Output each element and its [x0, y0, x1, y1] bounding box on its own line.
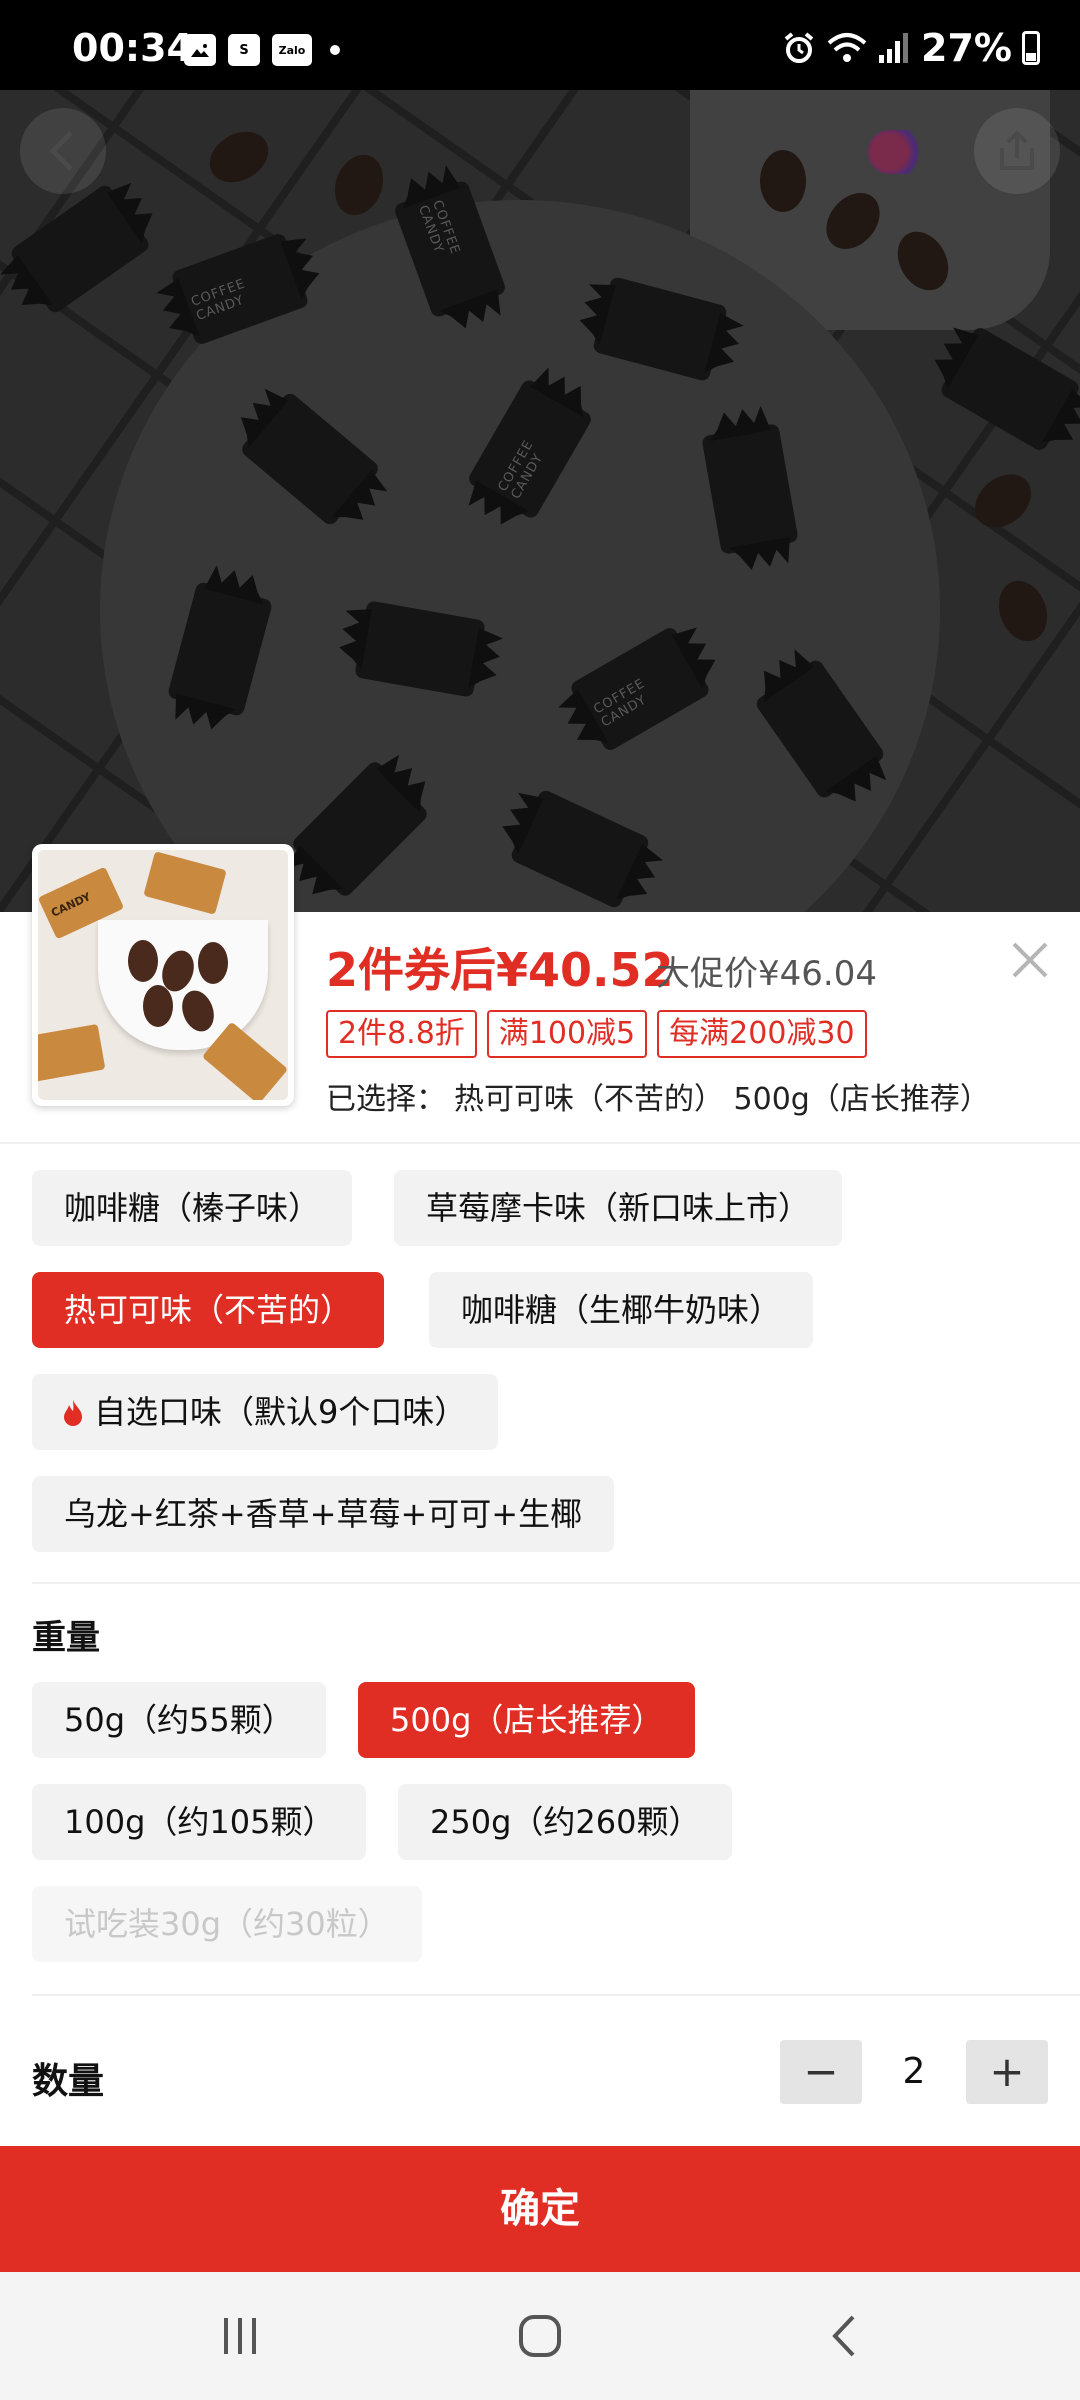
selected-summary: 已选择： 热可可味（不苦的） 500g（店长推荐）: [326, 1074, 990, 1118]
flavor-option-hazelnut[interactable]: 咖啡糖（榛子味）: [32, 1170, 353, 1246]
more-notifications-dot: [330, 45, 340, 55]
weight-option-500g[interactable]: 500g（店长推荐）: [358, 1682, 696, 1758]
share-button[interactable]: [974, 108, 1060, 194]
discount-tag: 满100减5: [486, 1010, 648, 1058]
flavor-option-assorted[interactable]: 乌龙+红茶+香草+草莓+可可+生椰: [32, 1476, 615, 1552]
selected-value: 热可可味（不苦的） 500g（店长推荐）: [454, 1082, 990, 1117]
divider: [0, 1142, 1080, 1144]
recent-apps-button[interactable]: [200, 2296, 280, 2376]
fire-icon: [64, 1400, 82, 1426]
battery-percent: 27%: [921, 26, 1012, 70]
wifi-icon: [827, 33, 867, 62]
sku-selector-sheet: CANDY 2件券后¥40.52 大促价¥46.04 2件8.8折 满100减5…: [0, 844, 1080, 2272]
weight-label: 重量: [32, 1618, 100, 1658]
weight-option-50g[interactable]: 50g（约55颗）: [32, 1682, 326, 1758]
zalo-icon: Zalo: [272, 34, 312, 66]
dim-overlay[interactable]: [0, 90, 1080, 912]
notification-icons: S Zalo: [184, 34, 340, 66]
flavor-option-label: 自选口味（默认9个口味）: [94, 1393, 467, 1431]
system-nav-bar: [0, 2272, 1080, 2400]
divider: [32, 1994, 1080, 1996]
quantity-increase-button[interactable]: +: [966, 2040, 1048, 2104]
close-icon[interactable]: [1008, 938, 1052, 982]
status-right: 27%: [781, 26, 1040, 70]
gallery-icon: [184, 34, 216, 66]
discount-tag: 每满200减30: [657, 1010, 867, 1058]
signal-icon: [879, 33, 909, 63]
discount-tag: 2件8.8折: [326, 1010, 477, 1058]
selected-label: 已选择：: [326, 1082, 446, 1117]
alarm-icon: [784, 32, 814, 63]
share-icon: [1000, 130, 1034, 170]
flavor-option-hot-cocoa[interactable]: 热可可味（不苦的）: [32, 1272, 385, 1348]
battery-icon: [1022, 31, 1040, 65]
quantity-value[interactable]: 2: [862, 2040, 966, 2104]
product-thumbnail[interactable]: CANDY: [32, 844, 294, 1106]
flavor-option-custom-mix[interactable]: 自选口味（默认9个口味）: [32, 1374, 499, 1450]
chevron-left-icon: [49, 131, 73, 171]
status-bar: 00:34 S Zalo 27%: [0, 0, 1080, 90]
recent-apps-icon: [224, 2318, 256, 2354]
flavor-option-coconut-milk[interactable]: 咖啡糖（生椰牛奶味）: [429, 1272, 814, 1348]
back-icon: [832, 2315, 855, 2357]
weight-option-trial-30g: 试吃装30g（约30粒）: [32, 1886, 422, 1962]
divider: [32, 1582, 1080, 1584]
shopee-icon: S: [228, 34, 260, 66]
discount-tags: 2件8.8折 满100减5 每满200减30: [326, 1010, 867, 1058]
flavor-option-strawberry-mocha[interactable]: 草莓摩卡味（新口味上市）: [394, 1170, 843, 1246]
weight-option-250g[interactable]: 250g（约260颗）: [398, 1784, 733, 1860]
quantity-label: 数量: [32, 2061, 105, 2102]
home-button[interactable]: [500, 2296, 580, 2376]
back-button[interactable]: [20, 108, 106, 194]
product-photo[interactable]: COFFEE CANDY COFFEE CANDY COFFEE CANDY C…: [0, 90, 1080, 912]
quantity-decrease-button[interactable]: −: [780, 2040, 862, 2104]
floating-bubble[interactable]: [868, 130, 928, 174]
home-icon: [519, 2315, 561, 2357]
status-time: 00:34: [72, 26, 193, 70]
nav-back-button[interactable]: [804, 2296, 884, 2376]
weight-option-100g[interactable]: 100g（约105颗）: [32, 1784, 367, 1860]
coupon-price: 2件券后¥40.52: [326, 943, 674, 997]
confirm-button[interactable]: 确定: [0, 2146, 1080, 2272]
promo-price: 大促价¥46.04: [656, 954, 877, 994]
